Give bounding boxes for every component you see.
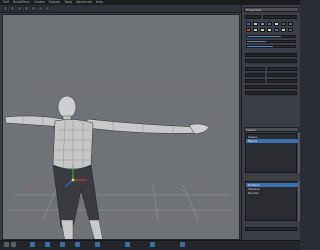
color-swatch-4[interactable] (267, 22, 272, 26)
rotate-icon[interactable] (17, 6, 22, 11)
field-13[interactable] (245, 227, 297, 231)
color-swatch-13[interactable] (281, 28, 286, 32)
field-6[interactable] (267, 67, 297, 71)
color-swatch-2[interactable] (253, 22, 258, 26)
play-icon[interactable] (4, 242, 9, 247)
wire-icon[interactable] (95, 242, 100, 247)
slider-2[interactable] (246, 40, 296, 43)
surface-list[interactable]: Surface Shadow Render (245, 181, 298, 221)
floor-grid (9, 184, 233, 221)
field-10[interactable] (267, 79, 297, 83)
record-icon[interactable] (30, 242, 35, 247)
stop-icon[interactable] (11, 242, 16, 247)
grid-icon[interactable] (60, 242, 65, 247)
field-11[interactable] (245, 85, 297, 89)
color-swatch-11[interactable] (267, 28, 272, 32)
key-icon[interactable] (45, 242, 50, 247)
light-icon[interactable] (38, 6, 43, 11)
snap-icon[interactable] (75, 242, 80, 247)
slider-3[interactable] (246, 45, 296, 48)
move-icon[interactable] (10, 6, 15, 11)
figure-mesh[interactable] (4, 95, 210, 240)
layers-title: Layers (246, 127, 256, 132)
grid-frame (7, 84, 236, 221)
pan-icon[interactable] (180, 242, 185, 247)
viewport-3d[interactable] (2, 14, 240, 240)
scale-icon[interactable] (24, 6, 29, 11)
panel-title: Properties (246, 7, 262, 12)
color-swatch-6[interactable] (281, 22, 286, 26)
zoom-icon[interactable] (150, 242, 155, 247)
toolbar (0, 5, 241, 13)
properties-panel: Properties Layers Scene Figure Surface S… (241, 5, 300, 240)
camera-icon[interactable] (31, 6, 36, 11)
color-swatch-9[interactable] (253, 28, 258, 32)
list-item[interactable]: Figure (246, 139, 298, 143)
field-4[interactable] (245, 59, 297, 63)
color-swatch-8[interactable] (246, 28, 251, 32)
color-swatch-1[interactable] (246, 22, 251, 26)
list-item[interactable]: Render (246, 191, 298, 195)
viewport-canvas (4, 84, 236, 240)
color-swatch-10[interactable] (260, 28, 265, 32)
field-5[interactable] (245, 67, 265, 71)
layers-scrollbar[interactable] (298, 133, 300, 173)
slider-1[interactable] (246, 35, 296, 38)
field-7[interactable] (245, 73, 265, 77)
surface-scrollbar[interactable] (298, 181, 300, 221)
color-swatch-14[interactable] (288, 28, 293, 32)
field-12[interactable] (245, 91, 297, 95)
color-swatch-12[interactable] (274, 28, 279, 32)
color-swatch-7[interactable] (288, 22, 293, 26)
color-swatch-3[interactable] (260, 22, 265, 26)
field-2[interactable] (263, 15, 297, 19)
field-8[interactable] (267, 73, 297, 77)
app-window: Edit BuildMenu Create Display Tools Adva… (0, 0, 300, 250)
select-icon[interactable] (3, 6, 8, 11)
field-1[interactable] (245, 15, 261, 19)
field-9[interactable] (245, 79, 265, 83)
color-swatch-5[interactable] (274, 22, 279, 26)
render-icon[interactable] (45, 6, 50, 11)
shade-icon[interactable] (125, 242, 130, 247)
layers-list[interactable]: Scene Figure (245, 133, 298, 173)
field-3[interactable] (245, 53, 297, 57)
